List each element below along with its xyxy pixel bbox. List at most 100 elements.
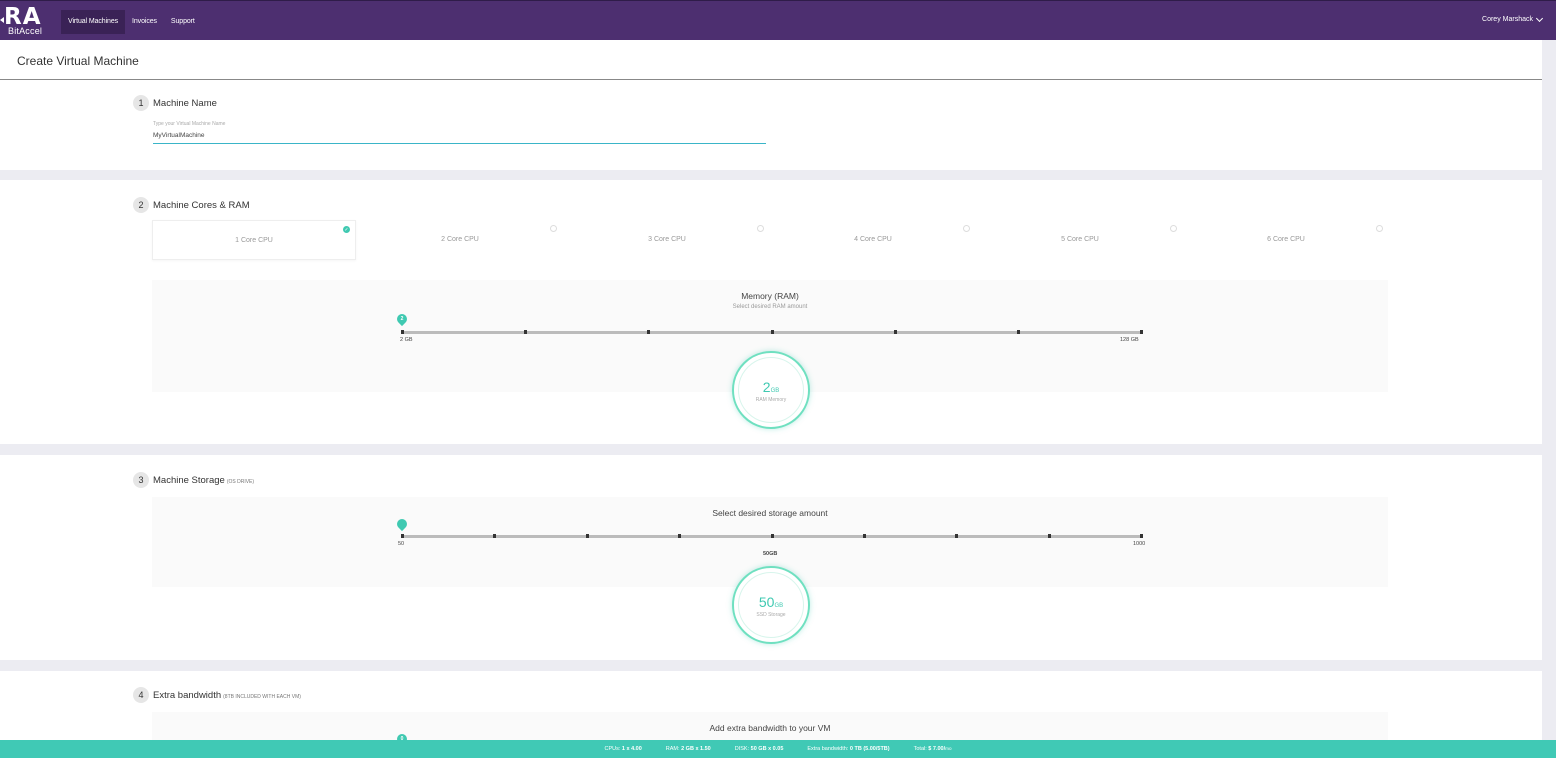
user-menu[interactable]: Corey Marshack	[1482, 14, 1544, 23]
storage-min-label: 50	[398, 541, 405, 547]
step-title: Machine Storage (OS DRIVE)	[153, 475, 254, 486]
step-number: 2	[133, 197, 149, 213]
nav-virtual-machines[interactable]: Virtual Machines	[61, 10, 126, 34]
ram-min-label: 2 GB	[400, 337, 413, 343]
step-title: Extra bandwidth (8TB INCLUDED WITH EACH V…	[153, 690, 301, 701]
slider-tick	[771, 534, 774, 538]
slider-tick	[1140, 534, 1143, 538]
step-title-note: (8TB INCLUDED WITH EACH VM)	[223, 694, 301, 700]
summary-bandwidth-label: Extra bandwidth:	[807, 746, 849, 752]
storage-value-label: SSD Storage	[756, 612, 786, 618]
bitaccel-logo[interactable]: RA BitAccel	[0, 4, 56, 38]
cpu-option-1[interactable]: 1 Core CPU ✓	[152, 220, 356, 260]
summary-disk-label: DISK:	[734, 746, 750, 752]
storage-slider-handle[interactable]	[394, 516, 410, 532]
user-name: Corey Marshack	[1482, 16, 1533, 23]
scrollbar[interactable]	[1543, 40, 1556, 758]
slider-tick	[771, 330, 774, 334]
step-number: 4	[133, 687, 149, 703]
step-title-note: (OS DRIVE)	[226, 479, 255, 485]
summary-ram: RAM: 2 GB x 1.50	[666, 746, 711, 752]
cpu-option-label: 4 Core CPU	[854, 236, 892, 243]
check-icon	[1376, 225, 1383, 232]
summary-total-label: Total:	[913, 746, 927, 752]
ram-slider-track[interactable]	[401, 330, 1143, 334]
summary-ram-label: RAM:	[665, 746, 680, 752]
summary-total: Total: $ 7.00/mo	[914, 746, 952, 752]
cpu-option-6[interactable]: 6 Core CPU	[1184, 220, 1388, 260]
summary-cpus-label: CPUs:	[604, 746, 621, 752]
cpu-option-label: 3 Core CPU	[648, 236, 686, 243]
check-icon	[963, 225, 970, 232]
step-title-text: Extra bandwidth	[153, 690, 222, 701]
storage-max-label: 1000	[1133, 541, 1146, 547]
summary-ram-value: 2 GB x 1.50	[681, 746, 711, 752]
slider-tick	[401, 330, 404, 334]
ram-value-circle: 2GB RAM Memory	[732, 351, 810, 429]
summary-bandwidth-value: 0 TB (5.00/5TB)	[849, 746, 890, 752]
summary-bandwidth: Extra bandwidth: 0 TB (5.00/5TB)	[807, 746, 889, 752]
cpu-option-label: 1 Core CPU	[235, 237, 273, 244]
storage-current-label: 50GB	[763, 551, 778, 557]
slider-tick	[586, 534, 589, 538]
ram-slider-value: 2	[400, 316, 404, 322]
machine-name-label: Type your Virtual Machine Name	[153, 121, 226, 127]
storage-value-unit: GB	[774, 603, 784, 609]
top-navigation-bar: RA BitAccel Virtual Machines Invoices Su…	[0, 0, 1556, 40]
step-number: 3	[133, 472, 149, 488]
slider-tick	[524, 330, 527, 334]
check-icon	[550, 225, 557, 232]
cpu-option-5[interactable]: 5 Core CPU	[978, 220, 1182, 260]
logo-mark: RA	[4, 4, 42, 30]
bandwidth-title: Add extra bandwidth to your VM	[709, 723, 831, 733]
chevron-down-icon	[1535, 14, 1544, 22]
cpu-option-2[interactable]: 2 Core CPU	[358, 220, 562, 260]
step-title-text: Machine Storage	[153, 475, 225, 486]
main-nav: Virtual Machines Invoices Support	[61, 10, 202, 34]
step-storage: 3 Machine Storage (OS DRIVE) Select desir…	[0, 455, 1542, 660]
nav-support[interactable]: Support	[164, 10, 202, 34]
slider-tick	[894, 330, 897, 334]
order-summary-bar: CPUs: 1 x 4.00 RAM: 2 GB x 1.50 DISK: 50…	[0, 740, 1556, 758]
storage-value: 50GB	[734, 594, 808, 610]
cpu-option-3[interactable]: 3 Core CPU	[565, 220, 769, 260]
check-icon	[757, 225, 764, 232]
summary-cpus: CPUs: 1 x 4.00	[604, 746, 641, 752]
slider-tick	[863, 534, 866, 538]
logo-text: BitAccel	[8, 26, 43, 36]
slider-tick	[401, 534, 404, 538]
machine-name-input[interactable]	[153, 130, 766, 144]
step-number: 1	[133, 95, 149, 111]
slider-tick	[955, 534, 958, 538]
summary-total-unit: mo	[945, 746, 952, 751]
summary-disk: DISK: 50 GB x 0.05	[735, 746, 784, 752]
cpu-options: 1 Core CPU ✓ 2 Core CPU 3 Core CPU 4 Cor…	[152, 220, 1392, 260]
slider-tick	[678, 534, 681, 538]
ram-value-unit: GB	[770, 388, 780, 394]
nav-invoices[interactable]: Invoices	[125, 10, 164, 34]
slider-tick	[1017, 330, 1020, 334]
storage-title: Select desired storage amount	[712, 508, 828, 518]
step-machine-name: 1 Machine Name Type your Virtual Machine…	[0, 80, 1542, 170]
storage-value-number: 50	[758, 594, 775, 610]
cpu-option-label: 6 Core CPU	[1267, 236, 1305, 243]
slider-tick	[1140, 330, 1143, 334]
slider-tick	[1048, 534, 1051, 538]
cpu-option-label: 5 Core CPU	[1061, 236, 1099, 243]
page-title: Create Virtual Machine	[17, 54, 139, 68]
slider-tick	[647, 330, 650, 334]
step-title: Machine Cores & RAM	[153, 200, 250, 211]
page-header: Create Virtual Machine	[0, 40, 1542, 80]
summary-cpus-value: 1 x 4.00	[621, 746, 642, 752]
summary-total-value: $ 7.00/	[928, 746, 946, 752]
ram-value-number: 2	[762, 379, 771, 395]
cpu-option-4[interactable]: 4 Core CPU	[771, 220, 975, 260]
storage-slider-track[interactable]	[401, 534, 1143, 538]
step-title: Machine Name	[153, 98, 217, 109]
storage-value-circle: 50GB SSD Storage	[732, 566, 810, 644]
ram-max-label: 128 GB	[1120, 337, 1139, 343]
step-cores-ram: 2 Machine Cores & RAM 1 Core CPU ✓ 2 Cor…	[0, 180, 1542, 444]
check-icon	[1170, 225, 1177, 232]
summary-disk-value: 50 GB x 0.05	[750, 746, 784, 752]
slider-tick	[493, 534, 496, 538]
